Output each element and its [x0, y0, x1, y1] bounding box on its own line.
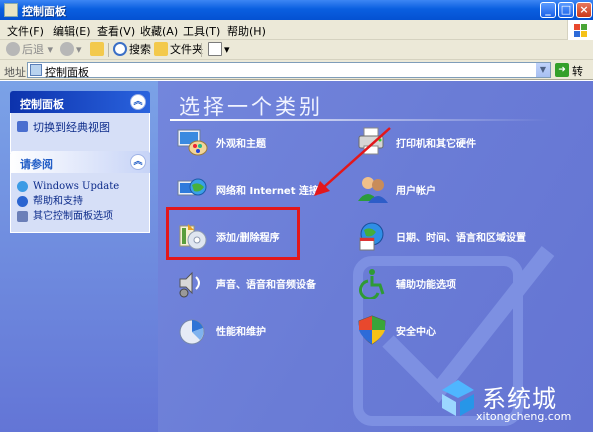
help-support-link[interactable]: 帮助和支持 [17, 194, 143, 209]
address-label: 地址 [4, 66, 26, 79]
menu-file[interactable]: 文件(F) [7, 23, 44, 39]
menu-favorites[interactable]: 收藏(A) [140, 23, 178, 39]
address-bar: 地址 控制面板 ▼ ➜ 转到 [0, 60, 593, 94]
back-button[interactable]: 后退 ▾ [6, 42, 53, 58]
forward-button[interactable]: ▾ [60, 42, 82, 58]
windows-update-link[interactable]: Windows Update [17, 179, 143, 194]
window-title: 控制面板 [22, 5, 66, 18]
search-button[interactable]: 搜索 [113, 42, 151, 58]
address-value: 控制面板 [45, 66, 89, 79]
search-icon [113, 42, 127, 56]
toolbar: 后退 ▾ ▾ 搜索 文件夹 ▾ [0, 40, 593, 60]
control-panel-box-body: 切换到经典视图 [10, 113, 150, 153]
switch-classic-view-link[interactable]: 切换到经典视图 [17, 119, 143, 137]
go-arrow-icon: ➜ [555, 63, 569, 77]
see-also-box: 请参阅 ︽ Windows Update 帮助和支持 其它控制面板选项 [10, 151, 150, 233]
task-pane: 控制面板 ︽ 切换到经典视图 请参阅 ︽ Windows Update 帮助和支… [0, 81, 158, 432]
folders-button[interactable]: 文件夹 [154, 42, 203, 58]
control-panel-box-header[interactable]: 控制面板 ︽ [10, 91, 150, 113]
up-button[interactable] [90, 42, 106, 58]
title-bar: 控制面板 _ □ × [0, 0, 593, 20]
windows-flag-icon [567, 20, 593, 40]
minimize-button[interactable]: _ [540, 2, 556, 18]
see-also-title: 请参阅 [20, 158, 53, 171]
menu-bar: 文件(F) 编辑(E) 查看(V) 收藏(A) 工具(T) 帮助(H) [0, 20, 593, 40]
other-options-icon [17, 211, 28, 222]
see-also-box-body: Windows Update 帮助和支持 其它控制面板选项 [10, 173, 150, 233]
menu-edit[interactable]: 编辑(E) [53, 23, 91, 39]
menu-tools[interactable]: 工具(T) [183, 23, 220, 39]
watermark-name: 系统城 [482, 385, 557, 413]
toolbar-separator [108, 43, 109, 57]
control-panel-box-title: 控制面板 [20, 98, 64, 111]
collapse-chevron-icon[interactable]: ︽ [130, 94, 146, 110]
category-pane: 选择一个类别 外观和主题 网络和 Internet 连接 添加/删除程序 声音、… [158, 81, 593, 432]
close-button[interactable]: × [576, 2, 592, 18]
back-arrow-icon [6, 42, 20, 56]
forward-arrow-icon [60, 42, 74, 56]
folder-up-icon [90, 42, 104, 56]
address-field[interactable]: 控制面板 ▼ [27, 62, 551, 79]
see-also-box-header[interactable]: 请参阅 ︽ [10, 151, 150, 173]
windows-update-icon [17, 181, 28, 192]
maximize-button[interactable]: □ [558, 2, 574, 18]
classic-view-icon [17, 121, 28, 132]
folder-icon [154, 42, 168, 56]
menu-help[interactable]: 帮助(H) [227, 23, 266, 39]
collapse-chevron-icon[interactable]: ︽ [130, 154, 146, 170]
views-icon [208, 42, 222, 56]
xitongcheng-logo-icon [442, 380, 474, 416]
views-button[interactable]: ▾ [208, 42, 230, 58]
control-panel-icon [4, 3, 18, 17]
other-options-link[interactable]: 其它控制面板选项 [17, 209, 143, 224]
address-dropdown-icon[interactable]: ▼ [536, 63, 550, 77]
watermark-logo: 系统城 xitongcheng.com [436, 376, 586, 428]
control-panel-icon [30, 64, 42, 76]
go-button[interactable]: ➜ 转到 [554, 62, 591, 94]
help-icon [17, 196, 28, 207]
watermark-url: xitongcheng.com [476, 410, 572, 423]
control-panel-box: 控制面板 ︽ 切换到经典视图 [10, 91, 150, 153]
menu-view[interactable]: 查看(V) [97, 23, 135, 39]
toolbar-separator [201, 43, 202, 57]
